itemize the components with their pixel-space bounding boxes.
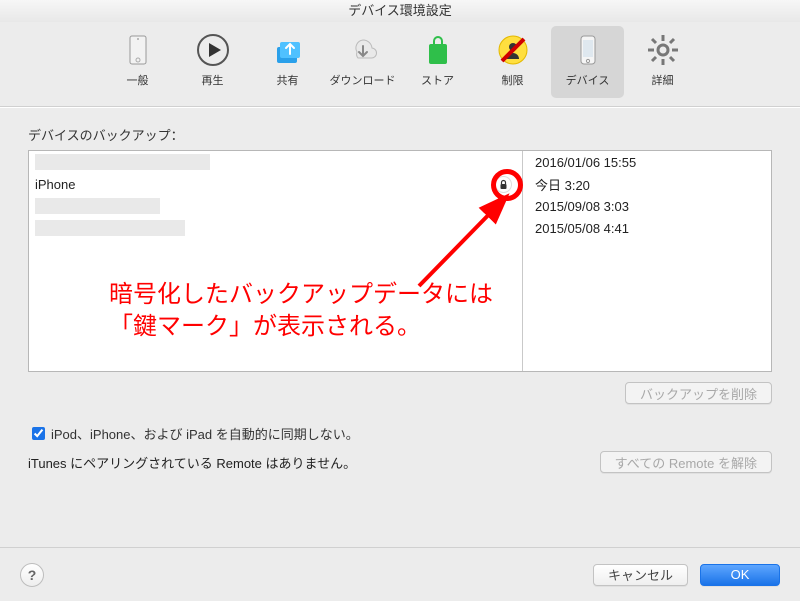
tab-playback[interactable]: 再生 — [176, 26, 249, 98]
ok-button[interactable]: OK — [700, 564, 780, 586]
table-row[interactable] — [29, 195, 522, 217]
tab-store[interactable]: ストア — [401, 26, 474, 98]
play-icon — [191, 30, 235, 70]
tab-devices-label: デバイス — [566, 72, 610, 88]
general-icon — [116, 30, 160, 70]
tab-general[interactable]: 一般 — [101, 26, 174, 98]
table-row[interactable]: iPhone — [29, 173, 522, 195]
backup-date: 2015/05/08 4:41 — [529, 221, 629, 236]
backups-name-column: iPhone — [29, 151, 523, 371]
tab-playback-label: 再生 — [202, 72, 224, 88]
tab-advanced[interactable]: 詳細 — [626, 26, 699, 98]
backup-date: 2015/09/08 3:03 — [529, 199, 629, 214]
cancel-button[interactable]: キャンセル — [593, 564, 688, 586]
tab-store-label: ストア — [421, 72, 454, 88]
window-title: デバイス環境設定 — [0, 0, 800, 22]
toolbar: 一般 再生 共有 ダウンロード ストア — [0, 22, 800, 106]
backup-date: 今日 3:20 — [529, 175, 590, 194]
footer-bar: ? キャンセル OK — [0, 547, 800, 601]
content-area: デバイスのバックアップ： iPhone — [0, 107, 800, 487]
tab-sharing[interactable]: 共有 — [251, 26, 324, 98]
restrict-icon — [491, 30, 535, 70]
download-icon — [341, 30, 385, 70]
store-icon — [416, 30, 460, 70]
device-icon — [566, 30, 610, 70]
help-button[interactable]: ? — [20, 563, 44, 587]
backups-table[interactable]: iPhone 2016/01/06 15:55 — [28, 150, 772, 372]
advanced-icon — [641, 30, 685, 70]
tab-downloads[interactable]: ダウンロード — [326, 26, 399, 98]
tab-devices[interactable]: デバイス — [551, 26, 624, 98]
lock-icon — [495, 176, 512, 193]
paired-remotes-text: iTunes にペアリングされている Remote はありません。 — [28, 453, 356, 472]
redacted-name — [35, 220, 185, 236]
table-row[interactable] — [29, 151, 522, 173]
tab-restrictions[interactable]: 制限 — [476, 26, 549, 98]
preferences-window: デバイス環境設定 一般 再生 共有 ダウンロ — [0, 0, 800, 601]
share-icon — [266, 30, 310, 70]
tab-advanced-label: 詳細 — [652, 72, 674, 88]
tab-restrictions-label: 制限 — [502, 72, 524, 88]
redacted-name — [35, 198, 160, 214]
unpair-remotes-button: すべての Remote を解除 — [600, 451, 772, 473]
device-name: iPhone — [35, 177, 75, 192]
backups-date-column: 2016/01/06 15:55 今日 3:20 2015/09/08 3:03… — [523, 151, 771, 371]
redacted-name — [35, 154, 210, 170]
tab-downloads-label: ダウンロード — [330, 72, 396, 88]
backup-date: 2016/01/06 15:55 — [529, 155, 636, 170]
auto-sync-row: iPod、iPhone、および iPad を自動的に同期しない。 — [28, 424, 772, 443]
auto-sync-checkbox[interactable] — [32, 427, 45, 440]
tab-sharing-label: 共有 — [277, 72, 299, 88]
backups-heading: デバイスのバックアップ： — [28, 125, 772, 144]
delete-backup-button: バックアップを削除 — [625, 382, 772, 404]
auto-sync-label: iPod、iPhone、および iPad を自動的に同期しない。 — [51, 424, 359, 443]
table-row[interactable] — [29, 217, 522, 239]
tab-general-label: 一般 — [127, 72, 149, 88]
